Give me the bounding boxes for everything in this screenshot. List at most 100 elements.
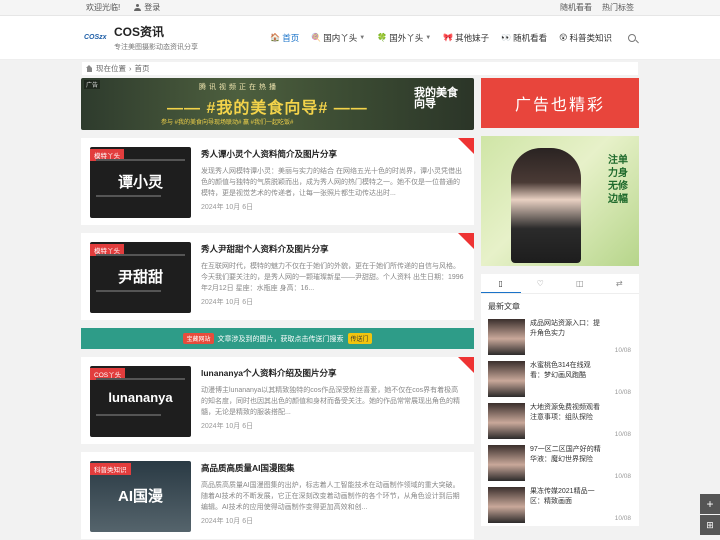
post-title[interactable]: lunananya个人资料介绍及图片分享 [201, 367, 465, 379]
list-date: 10/08 [614, 473, 631, 480]
main-nav: 🏠 首页 🍭 国内丫头 ▼ 🍀 国外丫头 ▼ 🎀 其他妹子 👀 随机看看 😲 科普类知识 [270, 32, 636, 44]
post-card[interactable]: 模特丫头 尹甜甜 秀人尹甜甜个人资料介及图片分享 在互联网时代，模特的魅力不仅在… [81, 233, 474, 320]
breadcrumb-home[interactable]: 首页 [135, 63, 150, 74]
thumb-caption: AI国漫 [117, 488, 163, 505]
list-title[interactable]: 大地资源免费视频观看注意事项：组队探险 [530, 403, 604, 439]
random-link[interactable]: 随机看看 [560, 2, 592, 13]
document-icon[interactable]: ▯ [481, 274, 521, 293]
post-date: 2024年 10月 6日 [201, 299, 254, 306]
list-date: 10/08 [614, 347, 631, 354]
post-date: 2024年 10月 6日 [201, 518, 254, 525]
category-tag[interactable]: 科普类知识 [90, 463, 131, 475]
new-badge [458, 138, 474, 154]
site-title: COS资讯 [114, 25, 165, 39]
promo-strip[interactable]: 宝藏网站 文章涉及到的图片，获取点击传送门搜索 传送门 [81, 328, 474, 349]
widget-tabs: ▯ ♡ ◫ ⇄ [481, 274, 639, 294]
breadcrumb-current: 现在位置 [96, 64, 126, 73]
nav-home[interactable]: 🏠 首页 [270, 32, 299, 44]
list-item[interactable]: 97一区二区国产好的精华液：魔幻世界探险 10/08 [481, 442, 639, 484]
list-thumbnail[interactable] [488, 319, 525, 355]
list-item[interactable]: 水蜜桃色314在线观看：梦幻画风跑酷 10/08 [481, 358, 639, 400]
post-date: 2024年 10月 6日 [201, 204, 254, 211]
search-icon[interactable] [628, 33, 636, 42]
sidebar: 广告也精彩 注单力身无修边幅 ▯ ♡ ◫ ⇄ 最新文章 成品网站资源入口：提升角… [481, 78, 639, 526]
banner-ad[interactable]: 广告 腾讯视频正在热播 —— #我的美食向导# —— 参与 #我的美食向导现场联… [81, 78, 474, 130]
plus-icon[interactable]: + [700, 494, 720, 514]
login-link[interactable]: 登录 [134, 2, 160, 13]
list-title[interactable]: 成品网站资源入口：提升角色实力 [530, 319, 604, 355]
post-excerpt: 动漫博主lunananya以其精致独特的cos作品深受粉丝喜爱，她不仅在cos界… [201, 387, 460, 416]
breadcrumb: 现在位置 › 首页 [82, 62, 638, 75]
banner-top-text: 腾讯视频正在热播 [199, 84, 279, 91]
new-badge [458, 233, 474, 249]
banner-main-text: —— #我的美食向导# —— [167, 100, 368, 117]
recent-widget: ▯ ♡ ◫ ⇄ 最新文章 成品网站资源入口：提升角色实力 10/08 水蜜桃色3… [481, 274, 639, 526]
list-thumbnail[interactable] [488, 487, 525, 523]
post-title[interactable]: 秀人谭小灵个人资料简介及图片分享 [201, 148, 465, 160]
list-date: 10/08 [614, 515, 631, 522]
nav-random[interactable]: 👀 随机看看 [501, 32, 547, 44]
post-card[interactable]: 科普类知识 AI国漫 高品质高质量AI国漫图集 高品质高质量AI国漫图集的出炉，… [81, 452, 474, 539]
banner-logo: 我的美食向导 [414, 87, 458, 110]
post-card[interactable]: 模特丫头 谭小灵 秀人谭小灵个人资料简介及图片分享 发现秀人网模特谭小灵：美丽与… [81, 138, 474, 225]
chevron-down-icon: ▼ [359, 34, 366, 41]
list-thumbnail[interactable] [488, 445, 525, 481]
lollipop-icon: 🍭 [311, 33, 322, 42]
portal-button[interactable]: 传送门 [347, 333, 372, 344]
list-title[interactable]: 果冻传媒2021精品一区：精致画面 [530, 487, 604, 523]
post-title[interactable]: 高品质高质量AI国漫图集 [201, 462, 465, 474]
list-title[interactable]: 水蜜桃色314在线观看：梦幻画风跑酷 [530, 361, 604, 397]
logo-mark: COSzx [84, 34, 107, 41]
nav-other[interactable]: 🎀 其他妹子 [443, 32, 489, 44]
post-thumbnail[interactable]: 模特丫头 尹甜甜 [90, 242, 191, 313]
top-bar: 欢迎光临! 登录 随机看看 热门标签 [0, 0, 720, 16]
post-excerpt: 高品质高质量AI国漫图集的出炉，标志着人工智能技术在动画制作领域的重大突破。随着… [201, 482, 460, 511]
welcome-text: 欢迎光临! [86, 3, 121, 12]
list-thumbnail[interactable] [488, 403, 525, 439]
nav-domestic[interactable]: 🍭 国内丫头 ▼ [311, 32, 365, 44]
list-item[interactable]: 果冻传媒2021精品一区：精致画面 10/08 [481, 484, 639, 526]
eyes-icon: 👀 [501, 33, 512, 42]
sidebar-ad-banner[interactable]: 广告也精彩 [481, 78, 639, 128]
site-logo[interactable]: COSzx COS资讯 专注美图摄影动态资讯分享 [84, 23, 198, 52]
list-thumbnail[interactable] [488, 361, 525, 397]
post-card[interactable]: COS丫头 lunananya lunananya个人资料介绍及图片分享 动漫博… [81, 357, 474, 444]
nav-foreign[interactable]: 🍀 国外丫头 ▼ [377, 32, 431, 44]
heart-icon[interactable]: ♡ [521, 274, 561, 293]
post-thumbnail[interactable]: 模特丫头 谭小灵 [90, 147, 191, 218]
nav-science-label: 科普类知识 [569, 32, 612, 43]
list-title[interactable]: 97一区二区国产好的精华液：魔幻世界探险 [530, 445, 604, 481]
nav-random-label: 随机看看 [513, 32, 548, 43]
thumb-caption: 尹甜甜 [117, 269, 163, 286]
rss-icon[interactable]: ⊞ [700, 515, 720, 535]
list-item[interactable]: 大地资源免费视频观看注意事项：组队探险 10/08 [481, 400, 639, 442]
nav-home-label: 首页 [282, 32, 300, 43]
nav-science[interactable]: 😲 科普类知识 [559, 32, 612, 44]
sidebar-ad-photo[interactable]: 注单力身无修边幅 [481, 136, 639, 266]
home-icon [86, 65, 93, 72]
comment-icon[interactable]: ◫ [560, 274, 600, 293]
nav-other-label: 其他妹子 [455, 32, 490, 43]
model-photo [511, 148, 581, 263]
login-label: 登录 [144, 3, 161, 12]
surprised-face-icon: 😲 [559, 33, 568, 42]
clover-icon: 🍀 [377, 33, 388, 42]
list-item[interactable]: 成品网站资源入口：提升角色实力 10/08 [481, 316, 639, 358]
new-badge [458, 357, 474, 373]
list-date: 10/08 [614, 431, 631, 438]
breadcrumb-sep: › [129, 64, 132, 73]
banner-sub-text: 参与 #我的美食向导现场联动# 赢 #我们一起吃饭# [161, 120, 294, 126]
site-header: COSzx COS资讯 专注美图摄影动态资讯分享 🏠 首页 🍭 国内丫头 ▼ 🍀 国外丫… [0, 16, 720, 60]
shuffle-icon[interactable]: ⇄ [600, 274, 640, 293]
ribbon-icon: 🎀 [443, 33, 454, 42]
hot-tags-link[interactable]: 热门标签 [602, 2, 634, 13]
chevron-down-icon: ▼ [425, 34, 432, 41]
thumb-caption: 谭小灵 [117, 174, 163, 191]
list-date: 10/08 [614, 389, 631, 396]
post-title[interactable]: 秀人尹甜甜个人资料介及图片分享 [201, 243, 465, 255]
nav-foreign-label: 国外丫头 [389, 32, 424, 43]
post-thumbnail[interactable]: 科普类知识 AI国漫 [90, 461, 191, 532]
promo-tag: 宝藏网站 [183, 333, 214, 344]
ad-tag: 广告 [84, 80, 101, 89]
post-thumbnail[interactable]: COS丫头 lunananya [90, 366, 191, 437]
